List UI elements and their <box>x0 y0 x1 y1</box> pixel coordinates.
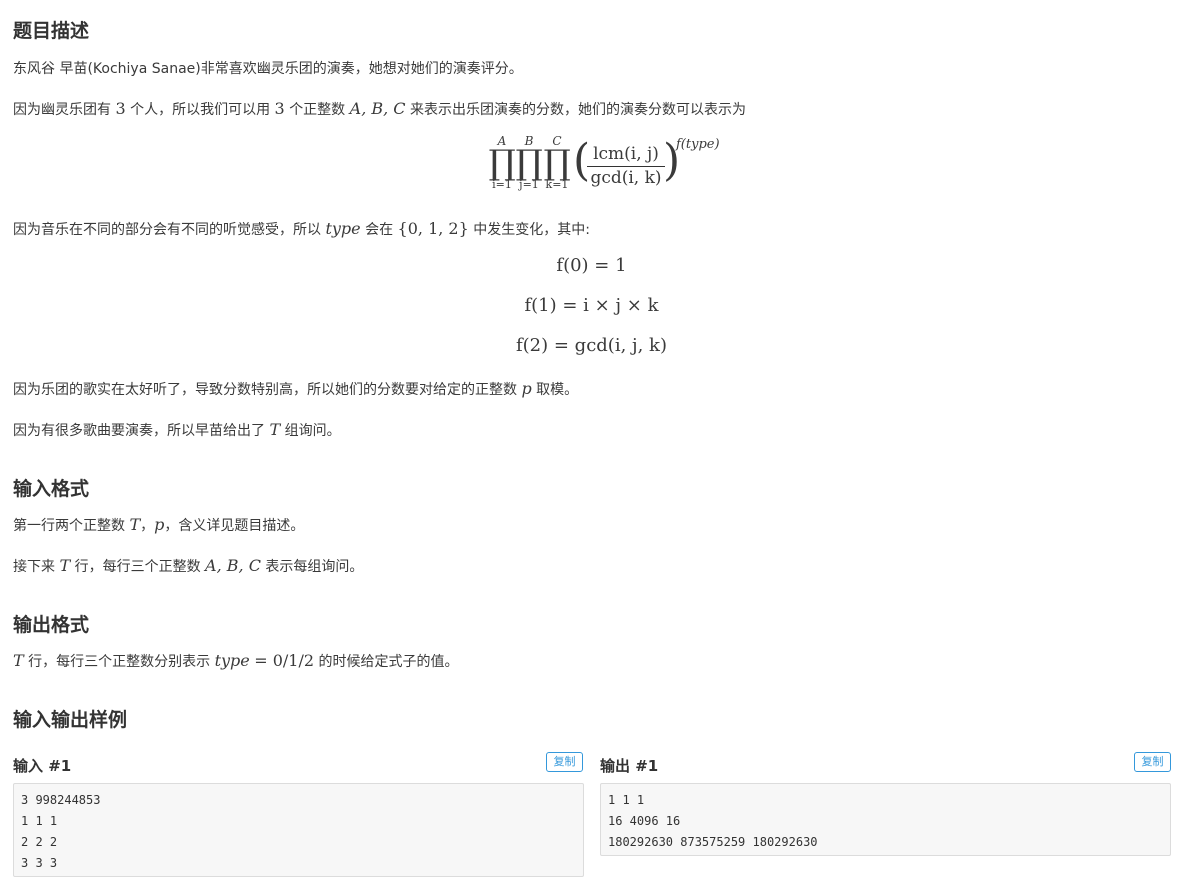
desc-paragraph-4: 因为乐团的歌实在太好听了，导致分数特别高，所以她们的分数要对给定的正整数 p 取… <box>13 379 579 398</box>
sample-input-title: 输入 #1 <box>13 757 72 775</box>
product-k: C ∏ k=1 <box>543 134 571 191</box>
product-j: B ∏ j=1 <box>515 134 543 191</box>
product-i: A ∏ i=1 <box>488 134 516 191</box>
sample-input-line: 2 2 2 <box>21 835 58 849</box>
score-formula: A ∏ i=1 B ∏ j=1 C ∏ k=1 ( lcm(i, j) gcd(… <box>473 134 733 200</box>
sample-output-line: 1 1 1 <box>608 793 645 807</box>
output-line: T 行，每行三个正整数分别表示 type = 0/1/2 的时候给定式子的值。 <box>13 651 459 670</box>
section-title-input: 输入格式 <box>13 478 90 500</box>
equation-f0: f(0) = 1 <box>556 255 627 276</box>
sample-input-line: 3 3 3 <box>21 856 58 870</box>
copy-input-button[interactable]: 复制 <box>546 752 583 772</box>
equation-f1: f(1) = i × j × k <box>524 295 659 316</box>
section-title-output: 输出格式 <box>13 614 90 636</box>
desc-paragraph-1: 东风谷 早苗(Kochiya Sanae)非常喜欢幽灵乐团的演奏，她想对她们的演… <box>13 61 523 77</box>
fraction: lcm(i, j) gcd(i, k) <box>587 144 665 189</box>
input-line-1: 第一行两个正整数 T，p，含义详见题目描述。 <box>13 515 305 534</box>
formula-exponent: f(type) <box>676 137 720 152</box>
desc-paragraph-2: 因为幽灵乐团有 3 个人，所以我们可以用 3 个正整数 A, B, C 来表示出… <box>13 99 746 118</box>
copy-output-button[interactable]: 复制 <box>1134 752 1171 772</box>
fraction-numerator: lcm(i, j) <box>587 144 665 167</box>
sample-input-line: 1 1 1 <box>21 814 58 828</box>
sample-output-title: 输出 #1 <box>600 757 659 775</box>
input-line-2: 接下来 T 行，每行三个正整数 A, B, C 表示每组询问。 <box>13 556 364 575</box>
sample-output-line: 180292630 873575259 180292630 <box>608 835 818 849</box>
sample-output-line: 16 4096 16 <box>608 814 681 828</box>
desc-paragraph-3: 因为音乐在不同的部分会有不同的听觉感受，所以 type 会在 {0, 1, 2}… <box>13 219 590 238</box>
sample-output-box[interactable]: 1 1 1 16 4096 16 180292630 873575259 180… <box>600 783 1171 856</box>
sample-input-line: 3 998244853 <box>21 793 101 807</box>
sample-input-box[interactable]: 3 998244853 1 1 1 2 2 2 3 3 3 <box>13 783 584 877</box>
desc-paragraph-5: 因为有很多歌曲要演奏，所以早苗给出了 T 组询问。 <box>13 420 341 439</box>
section-title-samples: 输入输出样例 <box>13 709 128 731</box>
section-title-description: 题目描述 <box>13 20 90 42</box>
equation-f2: f(2) = gcd(i, j, k) <box>516 335 667 356</box>
fraction-denominator: gcd(i, k) <box>590 168 662 188</box>
